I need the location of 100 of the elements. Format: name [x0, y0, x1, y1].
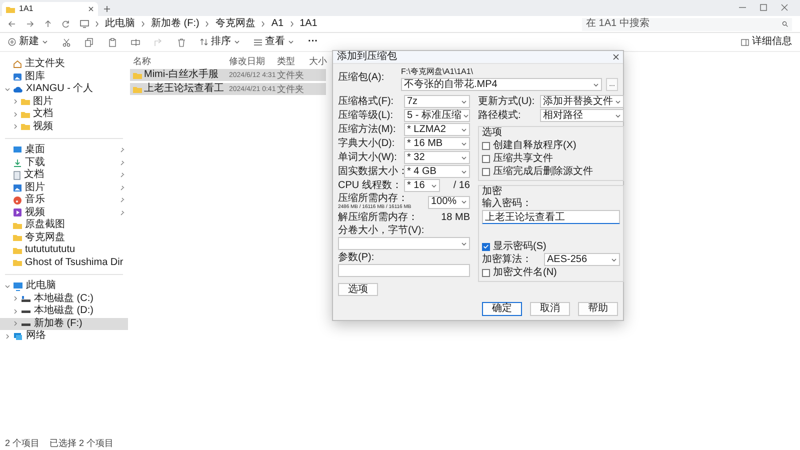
chevron-right-icon[interactable] [12, 296, 18, 302]
field-label: 单词大小(W): [338, 152, 398, 162]
plus-circle-icon [8, 38, 16, 46]
close-icon[interactable] [781, 4, 788, 10]
sidebar-item[interactable]: 此电脑 [0, 280, 128, 292]
maximize-icon[interactable] [760, 4, 767, 10]
password-field[interactable]: 上老王论坛查看工 [482, 210, 620, 224]
dropdown[interactable]: * 16 MB [404, 137, 470, 150]
dropdown[interactable]: * 32 [404, 151, 470, 164]
file-name: 上老王论坛查看工 [144, 84, 224, 94]
details-button[interactable]: 详细信息 [741, 37, 792, 47]
back-icon[interactable] [8, 20, 16, 28]
dropdown[interactable]: 7z [404, 95, 470, 108]
sidebar-item[interactable]: 下载 [0, 156, 128, 169]
chevron-right-icon[interactable] [12, 112, 18, 117]
sidebar-item[interactable]: 图片 [0, 182, 128, 194]
chevron-down-icon[interactable] [4, 86, 10, 92]
tab[interactable]: 1A1 [2, 2, 98, 16]
checkbox[interactable] [482, 168, 490, 176]
column-header[interactable]: 修改日期 [226, 56, 274, 66]
options-button[interactable]: 选项 [338, 283, 378, 296]
sidebar-item[interactable]: 视频 [0, 206, 128, 219]
chevron-right-icon[interactable] [12, 99, 18, 104]
sidebar-item[interactable]: 主文件夹 [0, 58, 128, 70]
close-icon[interactable] [613, 54, 619, 60]
sidebar-item[interactable]: 新加卷 (F:) [0, 318, 128, 330]
group-title: 选项 [482, 127, 503, 139]
column-header[interactable]: 类型 [274, 56, 306, 66]
new-button[interactable]: 新建 [8, 37, 48, 47]
breadcrumb-item[interactable]: 此电脑 [105, 19, 135, 29]
caret-icon [461, 100, 467, 104]
forward-icon[interactable] [26, 20, 34, 28]
sidebar-item[interactable]: 图库 [0, 70, 128, 83]
dropdown[interactable]: 添加并替换文件 [540, 95, 624, 108]
caret-icon [288, 40, 294, 44]
sidebar-item[interactable]: XIANGU - 个人 [0, 83, 128, 96]
sidebar-item[interactable]: Ghost of Tsushima Dir [0, 256, 128, 269]
sidebar-item[interactable]: 本地磁盘 (D:) [0, 305, 128, 318]
breadcrumb-item[interactable]: A1 [271, 19, 284, 29]
sidebar-item[interactable]: 夸克网盘 [0, 232, 128, 244]
paste-icon[interactable] [108, 38, 117, 46]
field-label: 压缩所需内存： [338, 194, 409, 204]
dropdown[interactable]: 相对路径 [540, 109, 624, 122]
sidebar-item[interactable]: 网络 [0, 330, 128, 342]
dropdown[interactable]: AES-256 [544, 253, 620, 266]
caret-icon [461, 200, 467, 204]
breadcrumb-item[interactable]: 新加卷 (F:) [151, 19, 200, 29]
dropdown[interactable]: 100% [428, 196, 470, 208]
sidebar-item[interactable]: 视频 [0, 120, 128, 133]
dropdown[interactable]: 不夸张的自带花.MP4 [401, 78, 602, 91]
copy-icon[interactable] [85, 38, 94, 46]
thread-count: / 16 [453, 180, 470, 190]
parameters-field[interactable] [338, 264, 470, 277]
chevron-down-icon[interactable] [4, 284, 10, 289]
field-label: 分卷大小，字节(V): [338, 226, 426, 236]
checkbox[interactable] [482, 242, 490, 250]
dropdown[interactable]: * LZMA2 [404, 123, 470, 136]
chevron-right-icon [141, 21, 145, 27]
sidebar-item[interactable]: 音乐 [0, 194, 128, 206]
dialog-button[interactable]: 取消 [530, 302, 570, 316]
field-label: 路径模式: [478, 110, 522, 120]
column-header[interactable]: 名称 [130, 56, 226, 66]
close-icon[interactable] [88, 6, 94, 12]
delete-icon[interactable] [177, 38, 186, 46]
dialog-button[interactable]: 确定 [482, 302, 522, 316]
caret-icon [42, 40, 48, 44]
refresh-icon[interactable] [62, 20, 70, 28]
cut-icon[interactable] [62, 38, 71, 46]
dropdown[interactable]: * 16 [404, 179, 440, 192]
field-label: 压缩包(A): [338, 70, 386, 85]
dialog-button[interactable]: 帮助 [578, 302, 618, 316]
file-type: 文件夹 [276, 84, 305, 94]
search-field[interactable]: 在 1A1 中搜索 [582, 18, 792, 30]
breadcrumb-item[interactable]: 夸克网盘 [215, 19, 256, 29]
cloud-icon [13, 86, 23, 93]
view-button[interactable]: 查看 [254, 37, 294, 47]
checkbox[interactable] [482, 154, 490, 162]
chevron-right-icon[interactable] [12, 321, 18, 326]
sidebar-item[interactable]: 文档 [0, 169, 128, 182]
sidebar-item[interactable]: 图片 [0, 96, 128, 108]
more-button[interactable]: ··· [308, 37, 318, 47]
chevron-right-icon[interactable] [12, 124, 18, 130]
field-label: 更新方式(U): [478, 96, 536, 106]
sidebar-item[interactable]: 文档 [0, 108, 128, 120]
sidebar-item[interactable]: 本地磁盘 (C:) [0, 292, 128, 305]
sidebar-item[interactable]: tutututututu [0, 244, 128, 256]
dropdown[interactable]: * 4 GB [404, 165, 470, 178]
column-header[interactable]: 大小 [306, 56, 326, 66]
sort-icon [200, 38, 208, 46]
dropdown[interactable]: 5 - 标准压缩 [404, 109, 470, 122]
checkbox-label: 加密文件名(N) [493, 268, 557, 278]
checkbox[interactable] [482, 268, 490, 276]
checkbox[interactable] [482, 142, 490, 150]
sidebar-item[interactable]: 桌面 [0, 144, 128, 156]
chevron-right-icon[interactable] [4, 334, 10, 339]
breadcrumb-item[interactable]: 1A1 [300, 19, 318, 29]
up-icon[interactable] [44, 20, 52, 28]
sidebar-item[interactable]: 原盘截图 [0, 219, 128, 232]
chevron-right-icon[interactable] [12, 308, 18, 314]
sort-button[interactable]: 排序 [200, 37, 240, 47]
